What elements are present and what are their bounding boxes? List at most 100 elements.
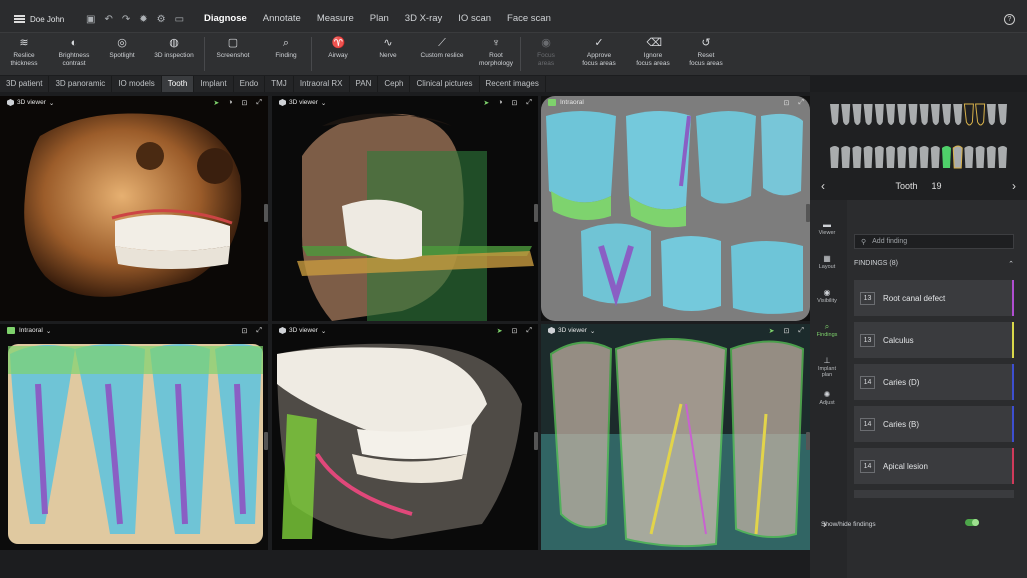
finding-item[interactable]: 13 Calculus	[854, 322, 1014, 358]
prev-tooth-icon[interactable]: ‹	[821, 179, 825, 193]
cursor-icon[interactable]: ➤	[483, 99, 489, 107]
approve-tool[interactable]: ✓ Approve focus areas	[571, 33, 627, 67]
tooth-glyph[interactable]	[964, 146, 974, 168]
user-menu[interactable]: Doe John	[0, 15, 80, 24]
sidenav-implant[interactable]: ⊥ Implant plan	[810, 357, 844, 392]
fit-icon[interactable]: ⊡	[242, 99, 248, 107]
viewport-3d-jaw[interactable]: 3D viewer ⌄ ➤ ⊡ ⤢	[272, 324, 538, 550]
findings-header[interactable]: FINDINGS (8) ⌃	[854, 260, 1014, 268]
expand-icon[interactable]: ⤢	[256, 99, 262, 107]
tab-intraoral-rx[interactable]: Intraoral RX	[294, 76, 350, 92]
fit-icon[interactable]: ⊡	[784, 327, 790, 335]
tooth-glyph[interactable]	[953, 104, 963, 125]
finding-item[interactable]: 14 Caries (B)	[854, 406, 1014, 442]
tooth-glyph[interactable]	[942, 104, 951, 125]
reslice-tool[interactable]: ≋ Reslice thickness	[0, 33, 48, 67]
tooth-glyph[interactable]	[919, 104, 929, 125]
show-hide-findings-toggle[interactable]	[965, 519, 979, 526]
inspection-tool[interactable]: ◍ 3D inspection	[144, 33, 204, 60]
tooth-glyph[interactable]	[952, 145, 963, 169]
expand-icon[interactable]: ⤢	[798, 99, 804, 107]
tooth-glyph[interactable]	[841, 104, 851, 125]
contrast-tool[interactable]: ◐ Brightness contrast	[48, 33, 100, 67]
fit-icon[interactable]: ⊡	[512, 99, 518, 107]
expand-icon[interactable]: ⤢	[256, 327, 262, 335]
finding-tool[interactable]: ⌕ Finding	[261, 33, 311, 60]
hamburger-icon[interactable]	[14, 15, 25, 23]
tooth-glyph[interactable]	[830, 104, 839, 125]
tooth-glyph[interactable]	[841, 146, 851, 168]
save-icon[interactable]: ▣	[86, 14, 95, 25]
cursor-icon[interactable]: ➤	[769, 327, 775, 335]
viewport-title[interactable]: Intraoral	[560, 99, 584, 106]
tooth-glyph[interactable]	[874, 104, 884, 125]
tooth-glyph[interactable]	[986, 104, 996, 125]
expand-icon[interactable]: ⤢	[526, 327, 532, 335]
cursor-icon[interactable]: ➤	[497, 327, 503, 335]
tooth-glyph[interactable]	[975, 146, 985, 168]
contrast-toggle-icon[interactable]: ◑	[228, 99, 232, 107]
tooth-glyph[interactable]	[897, 146, 907, 168]
viewport-title[interactable]: Intraoral	[19, 327, 43, 334]
tooth-glyph[interactable]	[919, 146, 929, 168]
tooth-glyph[interactable]	[986, 146, 996, 168]
tooth-glyph[interactable]	[930, 104, 940, 125]
tab-recent-images[interactable]: Recent images	[480, 76, 546, 92]
viewport-intraoral-top[interactable]: Intraoral ⊡ ⤢	[541, 96, 810, 321]
tooth-glyph[interactable]	[897, 104, 907, 125]
tooth-glyph[interactable]	[886, 146, 895, 168]
fit-icon[interactable]: ⊡	[784, 99, 790, 107]
expand-icon[interactable]: ⤢	[798, 327, 804, 335]
settings-icon[interactable]: ✹	[139, 14, 147, 25]
tooth-glyph[interactable]	[852, 146, 862, 168]
tooth-chart-graphic[interactable]	[810, 92, 1027, 174]
viewport-intraoral-bottom[interactable]: Intraoral ⌄ ⊡ ⤢	[0, 324, 268, 550]
next-tooth-icon[interactable]: ›	[1012, 179, 1016, 193]
resize-handle[interactable]	[264, 204, 268, 222]
viewport-face-scan[interactable]: 3D viewer ⌄ ➤ ◑ ⊡ ⤢	[272, 96, 538, 321]
monitor-icon[interactable]: ▭	[175, 14, 184, 25]
tooth-glyph[interactable]	[998, 104, 1007, 125]
airway-tool[interactable]: ♈ Airway	[312, 33, 364, 60]
sidenav-adjust[interactable]: ✺ Adjust	[810, 391, 844, 426]
tab-tmj[interactable]: TMJ	[265, 76, 294, 92]
tooth-glyph[interactable]	[975, 103, 986, 126]
menu-tab-diagnose[interactable]: Diagnose	[196, 6, 255, 32]
tab-endo[interactable]: Endo	[234, 76, 266, 92]
network-icon[interactable]: ⚙	[157, 14, 166, 25]
spotlight-tool[interactable]: ◎ Spotlight	[100, 33, 144, 60]
tooth-glyph[interactable]	[874, 146, 884, 168]
tab-io-models[interactable]: IO models	[112, 76, 162, 92]
tooth-glyph[interactable]	[963, 103, 974, 126]
fit-icon[interactable]: ⊡	[242, 327, 248, 335]
tooth-glyph[interactable]	[830, 146, 839, 168]
tooth-glyph[interactable]	[886, 104, 895, 125]
tooth-glyph[interactable]	[852, 104, 862, 125]
add-finding-input[interactable]: ⚲ Add finding	[854, 234, 1014, 249]
menu-tab-annotate[interactable]: Annotate	[255, 6, 309, 32]
resize-handle[interactable]	[534, 204, 538, 222]
screenshot-tool[interactable]: ▢ Screenshot	[205, 33, 261, 60]
viewport-title[interactable]: 3D viewer	[558, 327, 587, 334]
tooth-glyph[interactable]	[998, 146, 1007, 168]
tooth-glyph[interactable]	[863, 146, 873, 168]
finding-item[interactable]	[854, 490, 1014, 498]
menu-tab-plan[interactable]: Plan	[362, 6, 397, 32]
resize-handle[interactable]	[264, 432, 268, 450]
finding-item[interactable]: 14 Caries (D)	[854, 364, 1014, 400]
menu-tab-io-scan[interactable]: IO scan	[450, 6, 499, 32]
sidenav-viewer[interactable]: ▬ Viewer	[810, 221, 844, 256]
resize-handle[interactable]	[534, 432, 538, 450]
viewport-title[interactable]: 3D viewer	[289, 99, 318, 106]
finding-item[interactable]: 14 Apical lesion	[854, 448, 1014, 484]
sidenav-layout[interactable]: ▦ Layout	[810, 255, 844, 290]
sidenav-findings[interactable]: ⌕ Findings	[810, 323, 844, 358]
tab-tooth[interactable]: Tooth	[161, 76, 195, 92]
help-icon[interactable]: ?	[1004, 14, 1015, 25]
tooth-glyph[interactable]	[942, 146, 951, 168]
redo-icon[interactable]: ↷	[122, 14, 130, 25]
cursor-icon[interactable]: ➤	[213, 99, 219, 107]
ignore-tool[interactable]: ⌫ Ignore focus areas	[627, 33, 679, 67]
contrast-toggle-icon[interactable]: ◑	[498, 99, 502, 107]
fit-icon[interactable]: ⊡	[512, 327, 518, 335]
